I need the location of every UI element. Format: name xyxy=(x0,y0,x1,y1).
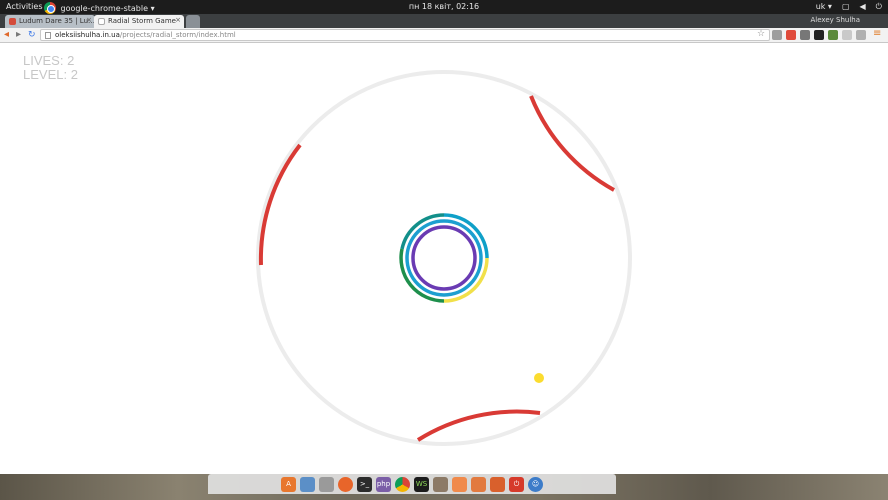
files-icon[interactable] xyxy=(433,476,448,492)
close-tab-icon[interactable]: × xyxy=(86,16,92,24)
core-ring-middle xyxy=(405,219,483,297)
tab-title: Radial Storm Game xyxy=(108,17,176,25)
extension-icon[interactable] xyxy=(828,30,838,40)
extension-icon[interactable] xyxy=(772,30,782,40)
arena-boundary xyxy=(256,70,632,446)
extension-icon[interactable] xyxy=(800,30,810,40)
extension-icon[interactable] xyxy=(856,30,866,40)
tab-radial-storm[interactable]: Radial Storm Game × xyxy=(94,15,184,28)
forward-icon[interactable]: ▸ xyxy=(16,29,21,41)
calculator-icon[interactable] xyxy=(319,476,334,492)
firefox-icon[interactable] xyxy=(338,476,353,492)
network-icon[interactable]: ▢ xyxy=(842,2,850,12)
chrome-icon[interactable] xyxy=(395,476,410,492)
photos-icon[interactable] xyxy=(471,476,486,492)
game-canvas[interactable]: LIVES: 2 LEVEL: 2 xyxy=(0,44,888,474)
game-field xyxy=(256,70,632,446)
address-bar[interactable]: oleksiishulha.in.ua/projects/radial_stor… xyxy=(40,29,770,41)
software-icon[interactable]: A xyxy=(281,476,296,492)
extension-icon[interactable] xyxy=(814,30,824,40)
ludum-dare-favicon-icon xyxy=(9,18,16,25)
power-icon[interactable]: ⏻ xyxy=(876,2,882,12)
keyboard-layout[interactable]: uk ▾ xyxy=(816,2,832,12)
screenshot-icon[interactable] xyxy=(300,476,315,492)
menu-icon[interactable]: ≡ xyxy=(873,28,883,39)
tab-ludum-dare[interactable]: Ludum Dare 35 | Lu… × xyxy=(5,15,95,28)
tab-strip: Ludum Dare 35 | Lu… × Radial Storm Game … xyxy=(0,14,888,28)
system-tray[interactable]: uk ▾ ▢ ◀ ⏻ xyxy=(816,2,882,12)
webstorm-icon[interactable]: WS xyxy=(414,476,429,492)
page-favicon-icon xyxy=(98,18,105,25)
profile-name[interactable]: Alexey Shulha xyxy=(810,16,860,24)
tab-title: Ludum Dare 35 | Lu… xyxy=(19,17,95,25)
close-tab-icon[interactable]: × xyxy=(175,16,181,24)
clock[interactable]: пн 18 квіт, 02:16 xyxy=(0,2,888,11)
core-rings xyxy=(399,213,489,303)
browser-toolbar: ◂ ▸ ↻ oleksiishulha.in.ua/projects/radia… xyxy=(0,28,888,43)
volume-icon[interactable]: ◀ xyxy=(860,2,866,12)
reload-icon[interactable]: ↻ xyxy=(28,29,36,41)
url-host: oleksiishulha.in.ua xyxy=(55,31,120,39)
top-panel: Activities google-chrome-stable ▾ пн 18 … xyxy=(0,0,888,14)
url-path: /projects/radial_storm/index.html xyxy=(119,31,236,39)
shotwell-icon[interactable] xyxy=(490,476,505,492)
dock: A >_ php WS ⏻ ☺ xyxy=(208,474,616,494)
page-icon xyxy=(45,32,51,39)
back-icon[interactable]: ◂ xyxy=(4,29,9,41)
terminal-icon[interactable]: >_ xyxy=(357,476,372,492)
core-ring-inner xyxy=(411,225,477,291)
new-tab-button[interactable] xyxy=(186,15,200,28)
power-icon[interactable]: ⏻ xyxy=(509,476,524,492)
extension-icon[interactable] xyxy=(786,30,796,40)
folder-icon[interactable] xyxy=(452,476,467,492)
bookmark-star-icon[interactable]: ☆ xyxy=(757,29,765,39)
phpstorm-icon[interactable]: php xyxy=(376,476,391,492)
accessibility-icon[interactable]: ☺ xyxy=(528,476,543,492)
extension-icon[interactable] xyxy=(842,30,852,40)
player-dot[interactable] xyxy=(534,373,544,383)
hazard-arc xyxy=(529,95,615,192)
